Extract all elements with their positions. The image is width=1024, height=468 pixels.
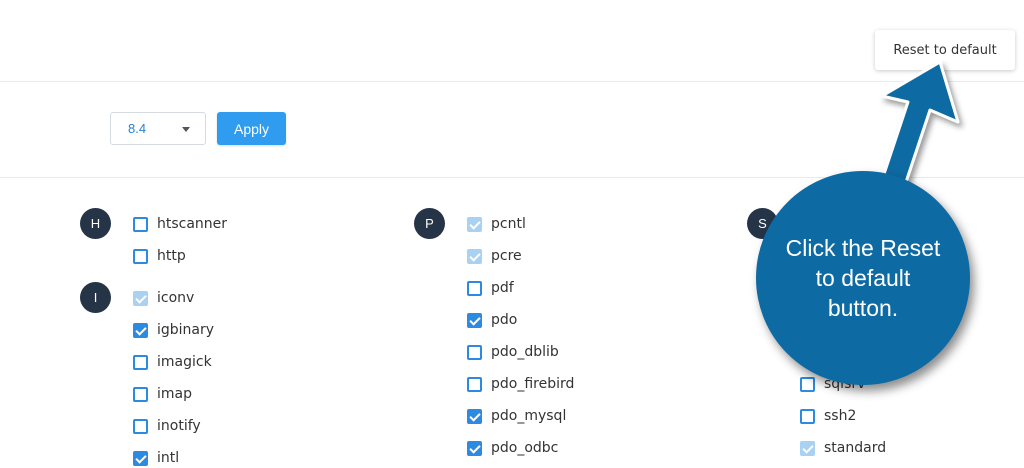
callout-bubble: Click the Reset to default button. (756, 171, 970, 385)
extension-label: pdo_mysql (491, 408, 567, 424)
group-letter-i: I (80, 282, 111, 313)
extension-label: htscanner (157, 216, 228, 232)
extension-option-pdo-odbc[interactable]: pdo_odbc (467, 438, 558, 458)
extension-option-iconv[interactable]: iconv (133, 288, 194, 308)
extension-label: pdo_firebird (491, 376, 575, 392)
php-version-toolbar: 8.4 Apply (0, 82, 1024, 178)
intl-checkbox[interactable] (133, 450, 148, 466)
pcntl-checkbox[interactable] (467, 216, 482, 232)
extension-label: pdf (491, 280, 514, 296)
extension-label: imagick (157, 354, 212, 370)
inotify-checkbox[interactable] (133, 418, 148, 434)
extension-option-intl[interactable]: intl (133, 448, 179, 468)
igbinary-checkbox[interactable] (133, 322, 148, 338)
extension-option-pdf[interactable]: pdf (467, 278, 514, 298)
extension-option-pdo-mysql[interactable]: pdo_mysql (467, 406, 566, 426)
extension-label: pdo_dblib (491, 344, 559, 360)
extension-label: pdo_odbc (491, 440, 559, 456)
http-checkbox[interactable] (133, 248, 148, 264)
callout-text: Click the Reset to default button. (785, 235, 941, 321)
imap-checkbox[interactable] (133, 386, 148, 402)
pcre-checkbox[interactable] (467, 248, 482, 264)
pdo-checkbox[interactable] (467, 312, 482, 328)
extension-option-htscanner[interactable]: htscanner (133, 214, 227, 234)
ssh2-checkbox[interactable] (800, 408, 815, 424)
extension-option-pdo[interactable]: pdo (467, 310, 517, 330)
extension-option-pdo-dblib[interactable]: pdo_dblib (467, 342, 559, 362)
extension-label: igbinary (157, 322, 215, 338)
extension-label: pcre (491, 248, 522, 264)
extension-option-igbinary[interactable]: igbinary (133, 320, 214, 340)
extension-option-imap[interactable]: imap (133, 384, 192, 404)
extension-label: pdo (491, 312, 518, 328)
extension-label: inotify (157, 418, 201, 434)
group-letter-h: H (80, 208, 111, 239)
extension-option-ssh2[interactable]: ssh2 (800, 406, 856, 426)
extension-option-imagick[interactable]: imagick (133, 352, 212, 372)
iconv-checkbox[interactable] (133, 290, 148, 306)
extension-label: standard (824, 440, 887, 456)
reset-to-default-button[interactable]: Reset to default (875, 30, 1015, 70)
apply-button[interactable]: Apply (217, 112, 286, 145)
extension-option-pcntl[interactable]: pcntl (467, 214, 526, 234)
extension-option-http[interactable]: http (133, 246, 186, 266)
pdf-checkbox[interactable] (467, 280, 482, 296)
pdo-odbc-checkbox[interactable] (467, 440, 482, 456)
extension-label: iconv (157, 290, 195, 306)
extension-label: intl (157, 450, 180, 466)
pdo-dblib-checkbox[interactable] (467, 344, 482, 360)
php-version-select[interactable]: 8.4 (110, 112, 206, 145)
standard-checkbox[interactable] (800, 440, 815, 456)
extension-label: pcntl (491, 216, 526, 232)
extension-option-sqlsrv[interactable]: sqlsrv (800, 374, 865, 394)
extension-label: sqlsrv (824, 376, 866, 392)
extension-label: imap (157, 386, 192, 402)
group-letter-s: S (747, 208, 778, 239)
group-letter-p: P (414, 208, 445, 239)
pdo-firebird-checkbox[interactable] (467, 376, 482, 392)
php-version-value: 8.4 (128, 121, 147, 136)
top-bar: Reset to default (0, 0, 1024, 82)
extension-label: ssh2 (824, 408, 857, 424)
imagick-checkbox[interactable] (133, 354, 148, 370)
extension-option-pdo-firebird[interactable]: pdo_firebird (467, 374, 574, 394)
htscanner-checkbox[interactable] (133, 216, 148, 232)
pdo-mysql-checkbox[interactable] (467, 408, 482, 424)
sqlsrv-checkbox[interactable] (800, 376, 815, 392)
chevron-down-icon (182, 127, 190, 132)
extension-label: http (157, 248, 186, 264)
extension-option-pcre[interactable]: pcre (467, 246, 522, 266)
extension-option-standard[interactable]: standard (800, 438, 886, 458)
extension-option-inotify[interactable]: inotify (133, 416, 201, 436)
